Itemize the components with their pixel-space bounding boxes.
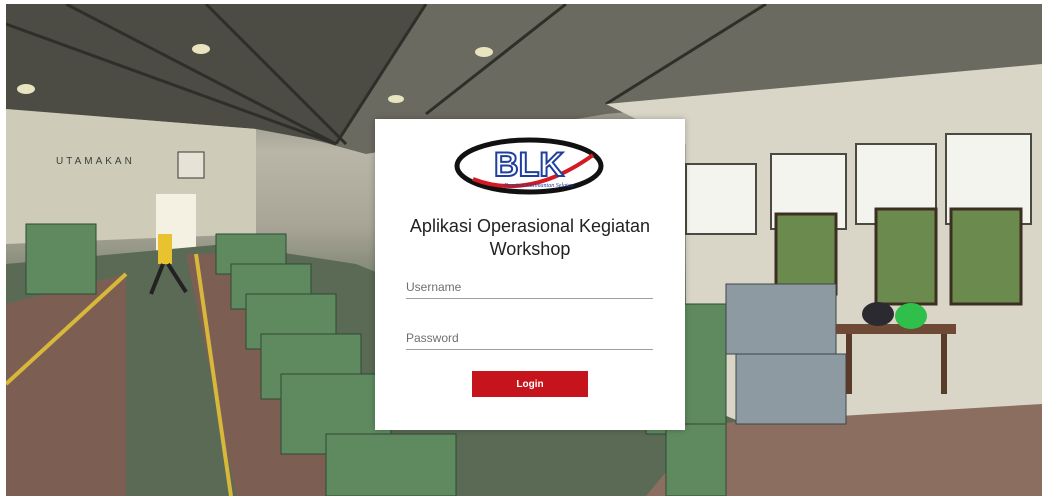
- app-title: Aplikasi Operasional Kegiatan Workshop: [409, 216, 651, 259]
- password-input[interactable]: [406, 327, 653, 350]
- login-card: BLK Provinsi Kalimantan Selatan Aplikasi…: [375, 119, 685, 430]
- wall-sign: UTAMAKAN: [56, 156, 135, 167]
- blk-logo: BLK Provinsi Kalimantan Selatan: [454, 137, 604, 195]
- login-button[interactable]: Login: [472, 371, 588, 397]
- logo-tagline: Provinsi Kalimantan Selatan: [503, 183, 573, 189]
- logo-text: BLK: [494, 146, 564, 184]
- username-input[interactable]: [406, 276, 653, 299]
